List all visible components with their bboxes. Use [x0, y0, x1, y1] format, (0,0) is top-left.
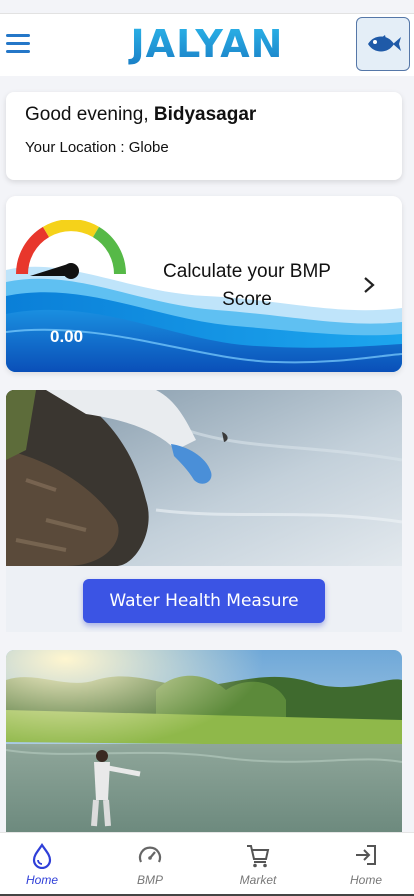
water-health-measure-button[interactable]: Water Health Measure [83, 579, 325, 623]
water-drop-icon [32, 843, 52, 869]
fish-button[interactable] [356, 17, 410, 71]
app-header: JALYAN [0, 14, 414, 76]
nav-item-login[interactable]: Home [326, 833, 406, 891]
nav-item-bmp[interactable]: BMP [110, 833, 190, 891]
speedometer-icon [138, 846, 162, 863]
bmp-score-card[interactable]: Calculate your BMP Score 0.00 [6, 196, 402, 372]
app-logo: JALYAN [0, 22, 414, 66]
location-text: Your Location : Globe [25, 139, 169, 156]
user-name: Bidyasagar [153, 104, 257, 125]
nav-label-login: Home [349, 873, 382, 887]
gauge-meter-icon [16, 220, 126, 279]
nav-item-market[interactable]: Market [218, 833, 298, 891]
cart-icon [247, 845, 270, 868]
nav-item-home[interactable]: Home [2, 833, 82, 891]
bmp-card-title: Calculate your BMP Score [163, 261, 331, 310]
greeting-card: Good evening, Bidyasagar Your Location :… [6, 92, 402, 180]
fish-farming-pond-photo [6, 650, 402, 832]
nav-label-market: Market [239, 873, 277, 887]
chevron-right-icon[interactable] [362, 276, 376, 294]
greeting-prefix: Good evening, [25, 104, 154, 125]
nav-label-home: Home [25, 873, 58, 887]
greeting-text: Good evening, Bidyasagar [25, 104, 402, 126]
nav-label-bmp: BMP [136, 873, 163, 887]
bmp-score-value: 0.00 [50, 327, 84, 346]
login-icon [356, 845, 376, 865]
water-sampling-photo [6, 390, 402, 566]
bottom-navigation: Home BMP Market Home [0, 832, 414, 896]
fish-icon [368, 35, 401, 52]
